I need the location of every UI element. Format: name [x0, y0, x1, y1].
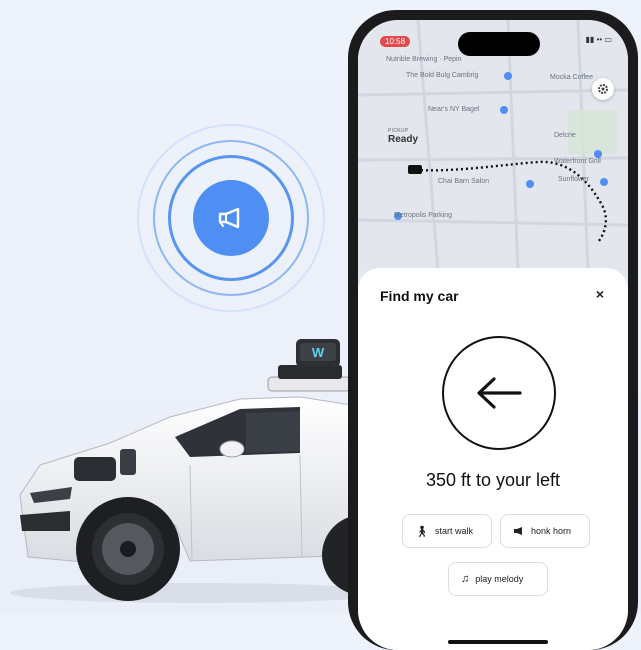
sheet-title: Find my car: [380, 288, 459, 304]
map-poi-label: Waterfront Grill: [554, 158, 601, 165]
map-poi-label: Chai Barn Salon: [438, 178, 489, 185]
honk-horn-button[interactable]: honk horn: [500, 514, 590, 548]
gear-icon: [598, 84, 608, 94]
phone-mockup: 10:58 ▮▮ •• ▭ Nutrible Brewing · Pepin T…: [348, 10, 638, 650]
status-time: 10:58: [380, 36, 411, 47]
horn-button[interactable]: [193, 180, 269, 256]
phone-screen: 10:58 ▮▮ •• ▭ Nutrible Brewing · Pepin T…: [358, 20, 628, 650]
map-poi-label: Sunflower: [558, 176, 590, 183]
play-melody-button[interactable]: ♫ play melody: [448, 562, 548, 596]
map-settings-button[interactable]: [592, 78, 614, 100]
start-walk-button[interactable]: 🚶︎ start walk: [402, 514, 492, 548]
walk-icon: 🚶︎: [415, 525, 429, 538]
direction-indicator: [442, 336, 556, 450]
honk-icon: [514, 527, 522, 535]
horn-icon: [218, 207, 240, 229]
pickup-ready-label: Ready: [388, 134, 419, 145]
distance-text: 350 ft to your left: [425, 470, 561, 490]
music-note-icon: ♫: [461, 573, 470, 585]
home-indicator: [448, 640, 548, 644]
map-poi-label: Near's NY Bagel: [428, 106, 480, 113]
pickup-status: PICKUP Ready: [388, 128, 418, 145]
status-icons: ▮▮ •• ▭: [585, 35, 612, 44]
scene: W 10:58 ▮▮ •• ▭ Nutrible Brewing · Pepin…: [0, 0, 641, 650]
map-poi-label: The Bold Bulg Cambrig: [406, 72, 479, 79]
map-poi-label: Delcrie: [554, 132, 576, 139]
find-my-car-sheet: Find my car × 350 ft to your left 🚶︎ sta…: [358, 268, 628, 650]
honk-horn-label: honk horn: [531, 526, 572, 536]
close-button[interactable]: ×: [596, 286, 604, 302]
arrow-left-icon: [477, 377, 522, 409]
start-walk-label: start walk: [434, 526, 473, 536]
svg-text:W: W: [312, 345, 325, 360]
play-melody-label: play melody: [475, 574, 524, 584]
map-poi-label: Mocka Coffee: [550, 74, 594, 81]
dynamic-island: [458, 32, 540, 56]
map-poi-label: Metropolis Parking: [394, 212, 452, 219]
autonomous-car-image: W: [10, 339, 380, 603]
